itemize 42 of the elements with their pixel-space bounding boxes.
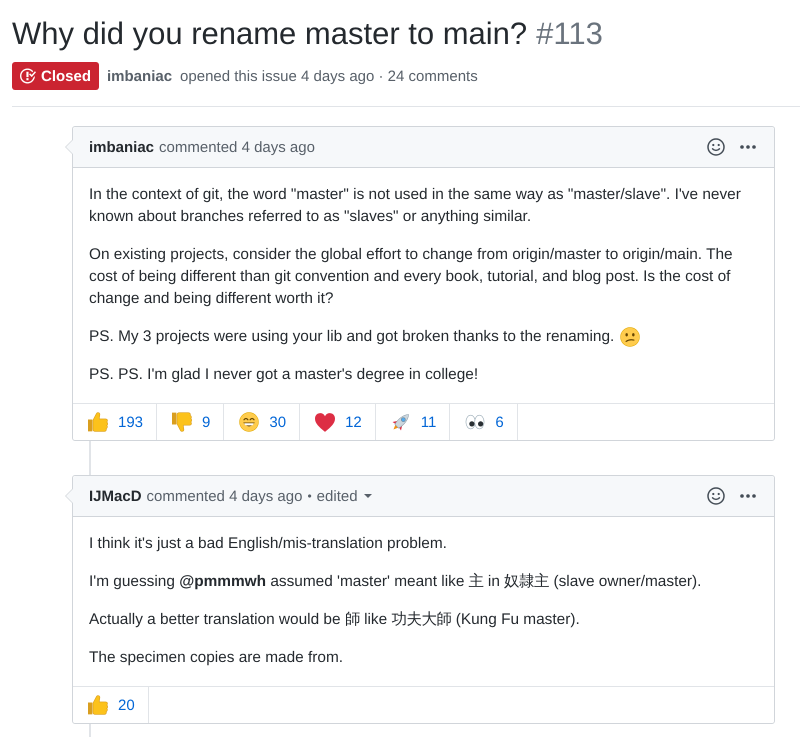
heart-icon: [315, 412, 336, 432]
author-link[interactable]: imbaniac: [89, 138, 154, 156]
reaction-button[interactable]: 30: [224, 404, 300, 440]
author-link[interactable]: IJMacD: [89, 488, 142, 504]
reaction-button[interactable]: 12: [300, 404, 376, 440]
circle-check-icon: [20, 68, 36, 84]
comment-action-text: commented 4 days ago: [159, 138, 315, 156]
status-badge: Closed: [12, 62, 100, 90]
comment-paragraph: I think it's just a bad English/mis-translation problem.: [89, 534, 448, 554]
comment-paragraph: I'm guessing @pmmmwh assumed 'master' meant like 主 in 奴隷主 (slave owner/master).: [89, 572, 702, 592]
grinning-face-icon: [239, 412, 260, 432]
smiley-icon: [707, 138, 725, 156]
thumbs-up-icon: [88, 695, 108, 715]
rocket-icon: [390, 412, 411, 432]
comment-paragraph: PS. My 3 projects were using your lib and got broken thanks to the renaming.: [89, 327, 614, 347]
reaction-button[interactable]: 193: [73, 404, 158, 440]
thumbs-up-icon: [88, 412, 108, 432]
reaction-button[interactable]: 9: [157, 404, 224, 440]
issue-meta-text: opened this issue 4 days ago · 24 comments: [180, 68, 478, 84]
more-dots-icon: [740, 145, 756, 149]
eyes-icon: [465, 414, 486, 430]
comment-action-text: commented 4 days ago: [146, 488, 302, 504]
thumbs-down-icon: [172, 412, 192, 432]
more-dots-icon: [740, 494, 756, 498]
reaction-button[interactable]: 6: [450, 404, 518, 440]
comment-paragraph: On existing projects, consider the global effort to change from origin/master to origin/main. The cost of being different than git convention and every book, tutorial, and blog post. Is the cost of change and being different worth it?: [89, 245, 734, 309]
smiley-icon: [707, 487, 725, 505]
issue-title: Why did you rename master to main?: [12, 15, 528, 53]
issue-number: #113: [536, 15, 603, 53]
reaction-button[interactable]: 20: [73, 687, 149, 723]
comment-paragraph: PS. PS. I'm glad I never got a master's degree in college!: [89, 365, 480, 385]
author-link[interactable]: imbaniac: [107, 68, 172, 84]
add-reaction-button[interactable]: [706, 486, 726, 506]
separator-dot: •: [307, 489, 312, 503]
comment-paragraph: The specimen copies are made from.: [89, 648, 344, 668]
comment-paragraph: In the context of git, the word "master" is not used in the same way as "master/slave". I've never known about branches referred to as "slaves" or anything similar.: [89, 185, 742, 227]
add-reaction-button[interactable]: [706, 137, 726, 157]
reaction-button[interactable]: 11: [376, 404, 450, 440]
comment-paragraph: Actually a better translation would be 師 like 功夫大師 (Kung Fu master).: [89, 610, 581, 630]
confused-face-icon: [620, 327, 640, 347]
edited-dropdown[interactable]: edited: [316, 488, 372, 504]
caret-icon: [364, 494, 372, 498]
